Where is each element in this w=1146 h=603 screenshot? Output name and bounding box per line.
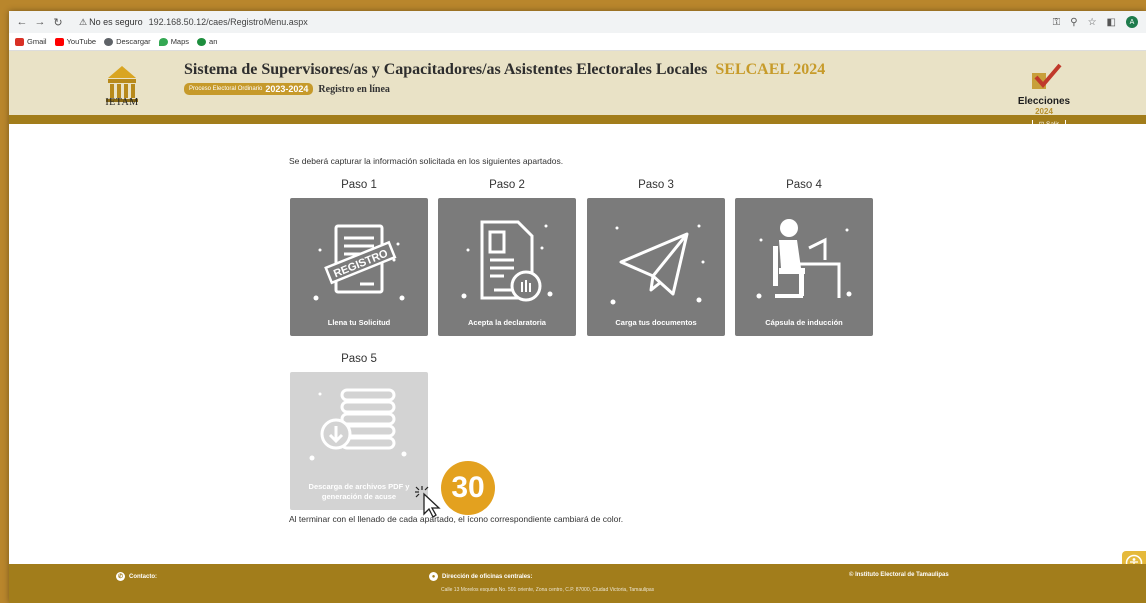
process-label: Proceso Electoral Ordinario (189, 86, 263, 92)
url-text: 192.168.50.12/caes/RegistroMenu.aspx (148, 17, 308, 27)
address-text: Calle 13 Morelos esquina No. 501 oriente… (441, 587, 655, 593)
intro-text: Se deberá capturar la información solici… (289, 156, 564, 166)
main-content: Se deberá capturar la información solici… (9, 124, 1146, 575)
bookmark-label: Descargar (116, 37, 151, 46)
copyright-text: © Instituto Electoral de Tamaulipas (849, 572, 949, 578)
elecciones-word: Elecciones (1017, 96, 1071, 107)
title-text: Sistema de Supervisores/as y Capacitador… (184, 61, 708, 78)
step-4: Paso 4 Cápsula de inducción (735, 179, 873, 336)
bookmark-gmail[interactable]: Gmail (15, 37, 47, 46)
step-label: Paso 2 (489, 179, 525, 191)
star-icon[interactable]: ☆ (1088, 17, 1097, 28)
security-label: No es seguro (89, 17, 143, 27)
subtitle-text: Registro en línea (318, 83, 390, 95)
back-icon[interactable]: ← (15, 16, 29, 28)
declaration-document-icon (461, 220, 553, 302)
reload-icon[interactable]: ↻ (51, 16, 65, 29)
zoom-icon[interactable]: ⚲ (1070, 17, 1077, 28)
bookmarks-bar: Gmail YouTube Descargar Maps an (9, 33, 1146, 51)
elecciones-logo: Elecciones 2024 (1014, 63, 1074, 116)
location-icon: ● (429, 572, 438, 581)
warning-icon: ⚠ (79, 16, 88, 27)
step-3: Paso 3 Carga tus documentos (587, 179, 725, 336)
step-1: Paso 1 REGISTRO Llena tu Solicitud (290, 179, 428, 336)
step-label: Paso 5 (341, 353, 377, 365)
step-5-card[interactable]: Descarga de archivos PDF y generación de… (290, 372, 428, 510)
process-year: 2023-2024 (265, 84, 309, 94)
registro-form-icon: REGISTRO (313, 224, 405, 301)
step-number-badge: 30 (441, 461, 495, 515)
address-bar[interactable]: ⚠ No es seguro 192.168.50.12/caes/Regist… (73, 14, 993, 30)
step-4-card[interactable]: Cápsula de inducción (735, 198, 873, 336)
cursor-click-icon (415, 486, 441, 518)
page-title: Sistema de Supervisores/as y Capacitador… (184, 61, 825, 79)
bookmark-youtube[interactable]: YouTube (54, 37, 97, 46)
forward-icon[interactable]: → (33, 16, 47, 28)
step-label: Paso 3 (638, 179, 674, 191)
footer-copyright: © Instituto Electoral de Tamaulipas (849, 572, 949, 578)
step-caption: Acepta la declaratoria (468, 318, 546, 327)
globe-icon (104, 37, 114, 46)
bookmark-maps[interactable]: Maps (158, 37, 190, 46)
maps-icon (158, 37, 168, 46)
process-pill: Proceso Electoral Ordinario 2023-2024 (184, 83, 314, 95)
address-label: Dirección de oficinas centrales: (442, 573, 533, 580)
ietam-logo-text: IETAM (105, 97, 139, 108)
browser-window: ← → ↻ ⚠ No es seguro 192.168.50.12/caes/… (9, 11, 1146, 603)
security-indicator[interactable]: ⚠ No es seguro (79, 17, 143, 28)
footer-address: ● Dirección de oficinas centrales: Calle… (429, 572, 654, 593)
step-5: Paso 5 Descarga de archivos PDF y genera… (290, 353, 428, 510)
person-at-desk-icon (756, 219, 852, 299)
footer-contact: ✆ Contacto: (116, 572, 157, 581)
phone-icon: ✆ (116, 572, 125, 581)
step-caption: Llena tu Solicitud (327, 318, 391, 327)
bookmark-an[interactable]: an (197, 37, 217, 46)
step-caption: Carga tus documentos (615, 318, 697, 327)
contact-label: Contacto: (129, 573, 157, 580)
step-caption: Cápsula de inducción (765, 318, 843, 327)
site-icon (197, 37, 207, 46)
paper-plane-icon (610, 224, 705, 305)
bookmark-label: Gmail (27, 37, 47, 46)
step-2: Paso 2 Acepta la declaratoria (438, 179, 576, 336)
side-panel-icon[interactable]: ◧ (1107, 17, 1116, 28)
step-label: Paso 4 (786, 179, 822, 191)
site-footer: ✆ Contacto: ● Dirección de oficinas cent… (9, 564, 1146, 603)
bookmark-label: Maps (170, 37, 190, 46)
closing-text: Al terminar con el llenado de cada apart… (289, 514, 624, 524)
step-3-card[interactable]: Carga tus documentos (587, 198, 725, 336)
step-caption: Descarga de archivos PDF y generación de… (308, 482, 410, 501)
profile-avatar[interactable]: A (1126, 16, 1138, 28)
step-2-card[interactable]: Acepta la declaratoria (438, 198, 576, 336)
youtube-icon (54, 37, 64, 46)
step-1-card[interactable]: REGISTRO Llena tu Solicitud (290, 198, 428, 336)
gmail-icon (15, 37, 24, 46)
key-icon[interactable]: ⚿ (1053, 17, 1061, 28)
title-suffix: SELCAEL 2024 (715, 61, 826, 78)
site-header: IETAM Sistema de Supervisores/as y Capac… (9, 51, 1146, 128)
ballot-check-icon (1032, 63, 1062, 89)
bookmark-descargar[interactable]: Descargar (104, 37, 151, 46)
bookmark-label: YouTube (66, 37, 97, 46)
subtitle-row: Proceso Electoral Ordinario 2023-2024 Re… (184, 83, 390, 95)
elecciones-year: 2024 (1035, 107, 1053, 116)
bookmark-label: an (209, 37, 218, 46)
browser-toolbar: ← → ↻ ⚠ No es seguro 192.168.50.12/caes/… (9, 11, 1146, 33)
step-label: Paso 1 (341, 179, 377, 191)
